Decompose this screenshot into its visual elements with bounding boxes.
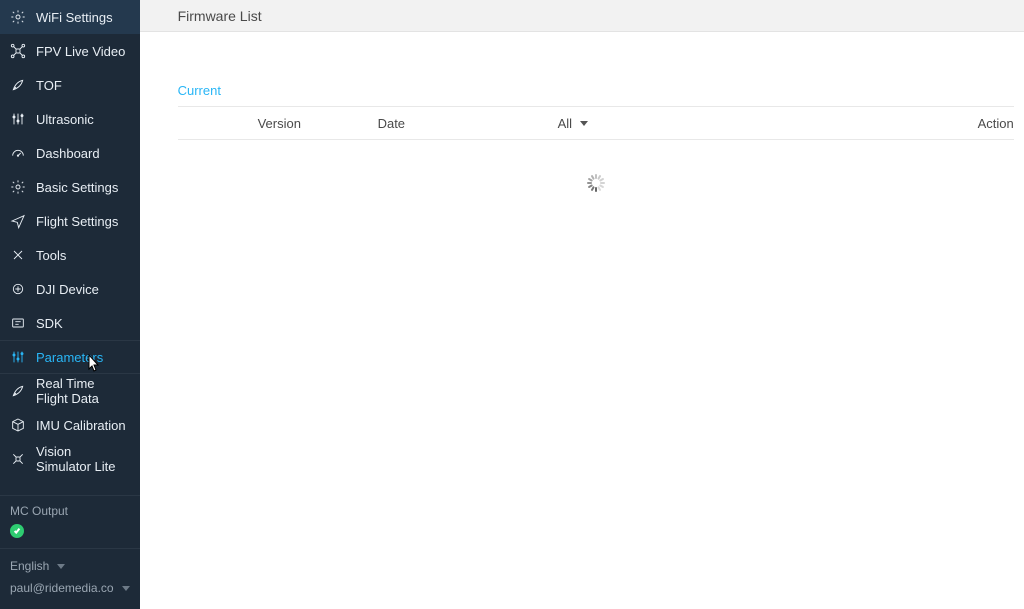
sliders-icon <box>10 349 26 365</box>
sidebar-item-label: TOF <box>36 78 62 93</box>
sidebar-item-fpv-live-video[interactable]: FPV Live Video <box>0 34 140 68</box>
sidebar-item-basic-settings[interactable]: Basic Settings <box>0 170 140 204</box>
sidebar-bottom: English paul@ridemedia.co <box>0 548 140 609</box>
filter-dropdown[interactable]: All <box>558 116 798 131</box>
sidebar-item-imu-calibration[interactable]: IMU Calibration <box>0 408 140 442</box>
app-root: WiFi Settings FPV Live Video TOF Ultraso… <box>0 0 1024 609</box>
filter-selected: All <box>558 116 572 131</box>
sdk-icon <box>10 315 26 331</box>
mc-output-section: MC Output <box>0 495 140 548</box>
sidebar-item-label: Parameters <box>36 350 103 365</box>
gear-icon <box>10 179 26 195</box>
loading-area <box>178 140 1014 192</box>
sliders-icon <box>10 111 26 127</box>
paper-plane-icon <box>10 213 26 229</box>
column-action: Action <box>798 116 1014 131</box>
language-selector[interactable]: English <box>10 555 130 577</box>
vision-icon <box>10 451 26 467</box>
gear-icon <box>10 9 26 25</box>
sidebar-item-label: Dashboard <box>36 146 100 161</box>
sidebar-item-tof[interactable]: TOF <box>0 68 140 102</box>
sidebar-item-label: SDK <box>36 316 63 331</box>
device-icon <box>10 281 26 297</box>
sidebar-item-label: FPV Live Video <box>36 44 125 59</box>
sidebar-item-label: IMU Calibration <box>36 418 126 433</box>
sidebar-item-label: Real Time Flight Data <box>36 376 130 406</box>
sidebar-item-sdk[interactable]: SDK <box>0 306 140 340</box>
sidebar-item-dji-device[interactable]: DJI Device <box>0 272 140 306</box>
caret-down-icon <box>580 121 588 126</box>
sidebar-item-label: DJI Device <box>36 282 99 297</box>
page-header: Firmware List <box>140 0 1024 32</box>
rocket-icon <box>10 383 26 399</box>
main-panel: Firmware List Current Version Date All A… <box>140 0 1024 609</box>
column-version: Version <box>178 116 378 131</box>
sidebar-item-tools[interactable]: Tools <box>0 238 140 272</box>
table-header: Version Date All Action <box>178 106 1014 140</box>
content-area: Current Version Date All Action <box>140 32 1024 192</box>
sidebar: WiFi Settings FPV Live Video TOF Ultraso… <box>0 0 140 609</box>
sidebar-item-label: Basic Settings <box>36 180 118 195</box>
sidebar-item-label: Flight Settings <box>36 214 118 229</box>
gauge-icon <box>10 145 26 161</box>
tools-icon <box>10 247 26 263</box>
sidebar-item-label: WiFi Settings <box>36 10 113 25</box>
mc-output-label: MC Output <box>10 504 130 518</box>
drone-icon <box>10 43 26 59</box>
loading-spinner-icon <box>587 174 605 192</box>
caret-down-icon <box>122 586 130 591</box>
language-label: English <box>10 559 49 573</box>
user-menu[interactable]: paul@ridemedia.co <box>10 577 130 599</box>
sidebar-item-label: Tools <box>36 248 66 263</box>
sidebar-item-flight-settings[interactable]: Flight Settings <box>0 204 140 238</box>
rocket-icon <box>10 77 26 93</box>
sidebar-item-label: Vision Simulator Lite <box>36 444 130 474</box>
sidebar-item-label: Ultrasonic <box>36 112 94 127</box>
sidebar-item-wifi-settings[interactable]: WiFi Settings <box>0 0 140 34</box>
sidebar-item-real-time-flight-data[interactable]: Real Time Flight Data <box>0 374 140 408</box>
status-ok-icon <box>10 524 24 538</box>
tab-current[interactable]: Current <box>178 83 221 106</box>
sidebar-item-vision-simulator-lite[interactable]: Vision Simulator Lite <box>0 442 140 476</box>
column-date: Date <box>378 116 558 131</box>
caret-down-icon <box>57 564 65 569</box>
user-email: paul@ridemedia.co <box>10 581 114 595</box>
page-title: Firmware List <box>178 8 262 24</box>
cube-icon <box>10 417 26 433</box>
sidebar-list: WiFi Settings FPV Live Video TOF Ultraso… <box>0 0 140 495</box>
sidebar-item-parameters[interactable]: Parameters <box>0 340 140 374</box>
sidebar-item-ultrasonic[interactable]: Ultrasonic <box>0 102 140 136</box>
sidebar-item-dashboard[interactable]: Dashboard <box>0 136 140 170</box>
